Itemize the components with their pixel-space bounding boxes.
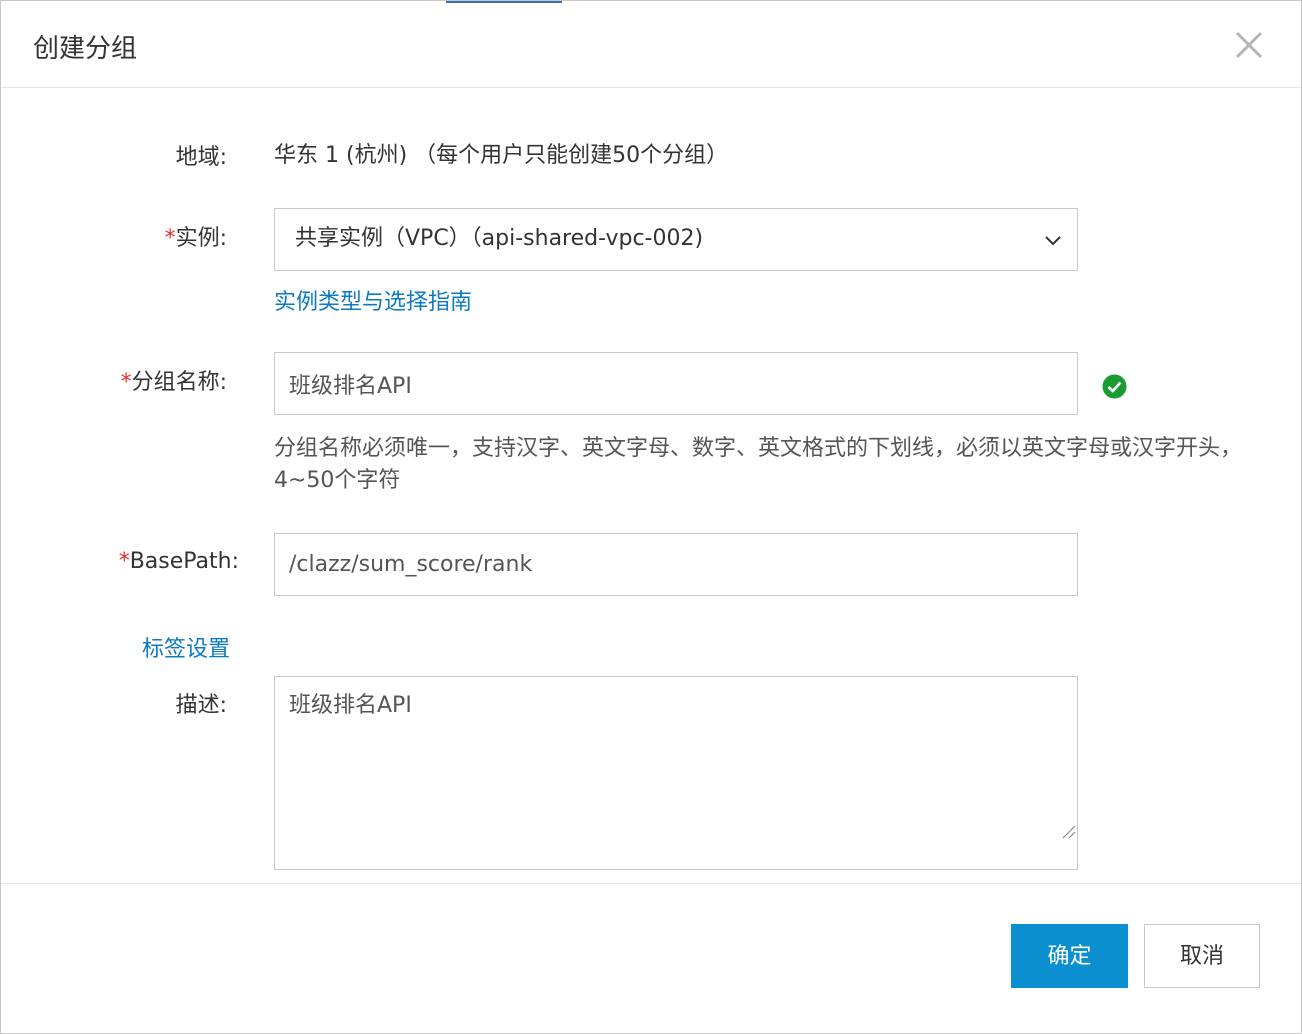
- group-name-input[interactable]: [274, 352, 1078, 415]
- required-mark: *: [164, 226, 176, 251]
- description-textarea[interactable]: 班级排名API: [274, 676, 1078, 870]
- description-label: 描述:: [175, 693, 227, 718]
- instance-select-value: 共享实例（VPC）（api-shared-vpc-002): [295, 226, 704, 251]
- group-name-help-text: 分组名称必须唯一，支持汉字、英文字母、数字、英文格式的下划线，必须以英文字母或汉…: [274, 436, 1243, 493]
- resize-grip-icon[interactable]: [1060, 823, 1076, 839]
- region-value: 华东 1 (杭州) （每个用户只能创建50个分组）: [274, 143, 729, 168]
- basepath-input[interactable]: [274, 533, 1078, 596]
- tag-settings-link[interactable]: 标签设置: [142, 635, 230, 665]
- basepath-label: *BasePath:: [118, 549, 239, 574]
- required-mark: *: [120, 370, 132, 395]
- footer-divider: [1, 883, 1301, 884]
- instance-label: *实例:: [164, 226, 227, 251]
- dialog-header: 创建分组: [1, 1, 1301, 88]
- group-name-label: *分组名称:: [120, 370, 227, 395]
- check-circle-icon: [1102, 374, 1127, 399]
- confirm-button[interactable]: 确定: [1011, 924, 1128, 988]
- close-button[interactable]: [1231, 27, 1267, 63]
- region-label: 地域:: [175, 145, 227, 170]
- close-icon: [1235, 31, 1263, 59]
- required-mark: *: [118, 549, 130, 574]
- chevron-down-icon: [1045, 236, 1061, 246]
- dialog-title: 创建分组: [33, 34, 138, 64]
- cancel-button[interactable]: 取消: [1144, 924, 1260, 988]
- instance-guide-link[interactable]: 实例类型与选择指南: [274, 288, 472, 318]
- create-group-dialog: 创建分组 地域: 华东 1 (杭州) （每个用户只能创建50个分组） *实例: …: [0, 0, 1302, 1034]
- instance-select[interactable]: 共享实例（VPC）（api-shared-vpc-002): [274, 208, 1078, 271]
